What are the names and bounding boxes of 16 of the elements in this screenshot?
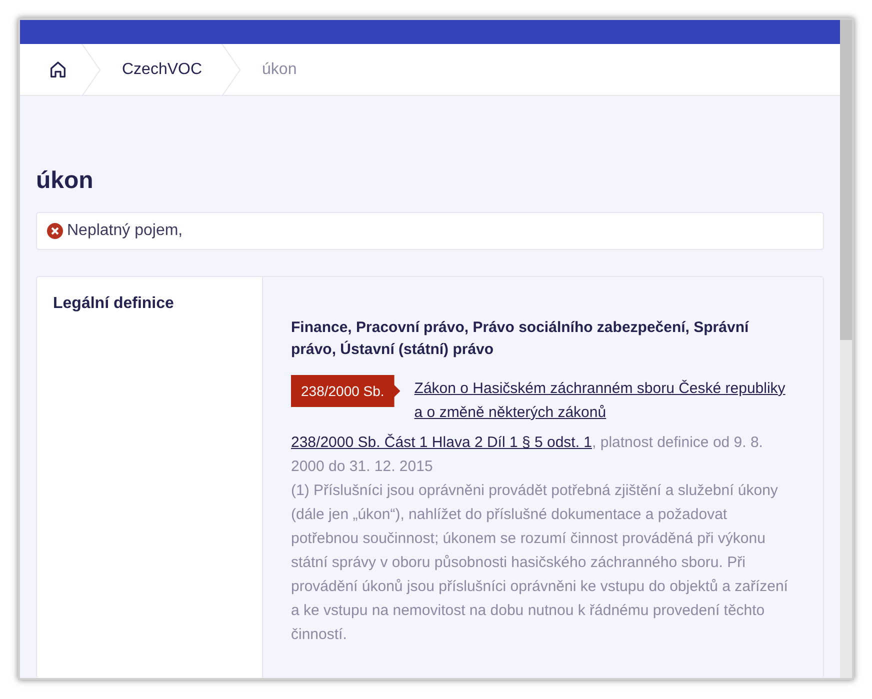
error-icon — [47, 223, 63, 239]
definition-text: (1) Příslušníci jsou oprávněni provádět potřebná zjištění a služební úkony (dále jen „úkon“), nahlížet do příslušné dokumentace a požadovat potřebnou součinnost; úkonem se rozumí činnost prováděná při výkonu státní správy v oboru působnosti hasičského záchranného sboru. Při provádění úkonů jsou příslušníci oprávněni ke vstupu do objektů a zařízení a ke vstupu na nemovitost na dobu nutnou k řádnému provedení těchto činností. — [291, 481, 789, 645]
source-link[interactable]: 238/2000 Sb. Část 1 Hlava 2 Díl 1 § 5 odst. 1 — [291, 434, 592, 451]
section-heading: Legální definice — [53, 295, 174, 312]
current-page: úkon — [262, 60, 297, 80]
page-title: úkon — [36, 166, 94, 196]
home-icon — [48, 60, 68, 80]
source-line: 238/2000 Sb. Část 1 Hlava 2 Díl 1 § 5 odst. 1, platnost definice od 9. 8. 2000 do 31. 12. 2015 — [291, 432, 764, 477]
scrollbar[interactable] — [840, 20, 852, 678]
alert-text: Neplatný pojem, — [67, 221, 183, 241]
domain-list: Finance, Pracovní právo, Právo sociálního zabezpečení, Správní právo, Ústavní (státní) právo — [291, 317, 789, 361]
law-title-link[interactable]: Zákon o Hasičském záchranném sboru České republiky a o změně některých zákonů — [414, 377, 789, 425]
home-link[interactable] — [48, 60, 68, 80]
law-badge: 238/2000 Sb. — [291, 375, 400, 407]
breadcrumb-link[interactable]: CzechVOC — [122, 58, 202, 82]
scrollbar-thumb[interactable] — [840, 20, 852, 340]
